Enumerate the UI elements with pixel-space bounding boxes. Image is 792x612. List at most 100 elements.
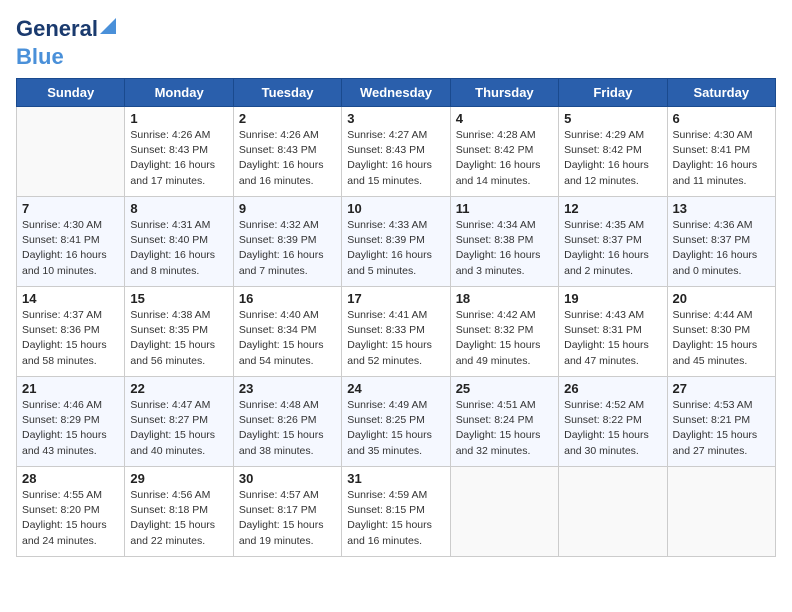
day-cell: 18 Sunrise: 4:42 AM Sunset: 8:32 PM Dayli… xyxy=(450,287,558,377)
day-cell: 24 Sunrise: 4:49 AM Sunset: 8:25 PM Dayli… xyxy=(342,377,450,467)
day-cell: 9Sunrise: 4:32 AM Sunset: 8:39 PM Daylig… xyxy=(233,197,341,287)
day-info: Sunrise: 4:57 AM Sunset: 8:17 PM Dayligh… xyxy=(239,488,336,549)
day-cell xyxy=(667,467,775,557)
day-cell: 6Sunrise: 4:30 AM Sunset: 8:41 PM Daylig… xyxy=(667,107,775,197)
day-cell: 30 Sunrise: 4:57 AM Sunset: 8:17 PM Dayli… xyxy=(233,467,341,557)
calendar-body: 1 Sunrise: 4:26 AM Sunset: 8:43 PM Daylig… xyxy=(17,107,776,557)
day-cell: 7Sunrise: 4:30 AM Sunset: 8:41 PM Daylig… xyxy=(17,197,125,287)
day-info: Sunrise: 4:31 AM Sunset: 8:40 PM Dayligh… xyxy=(130,218,227,279)
col-header-monday: Monday xyxy=(125,79,233,107)
day-info: Sunrise: 4:26 AM Sunset: 8:43 PM Dayligh… xyxy=(239,128,336,189)
week-row-3: 14Sunrise: 4:37 AM Sunset: 8:36 PM Dayli… xyxy=(17,287,776,377)
day-cell: 2 Sunrise: 4:26 AM Sunset: 8:43 PM Daylig… xyxy=(233,107,341,197)
day-info: Sunrise: 4:59 AM Sunset: 8:15 PM Dayligh… xyxy=(347,488,444,549)
day-info: Sunrise: 4:35 AM Sunset: 8:37 PM Dayligh… xyxy=(564,218,661,279)
day-cell: 11Sunrise: 4:34 AM Sunset: 8:38 PM Dayli… xyxy=(450,197,558,287)
col-header-saturday: Saturday xyxy=(667,79,775,107)
day-info: Sunrise: 4:27 AM Sunset: 8:43 PM Dayligh… xyxy=(347,128,444,189)
day-number: 1 xyxy=(130,111,227,126)
day-info: Sunrise: 4:47 AM Sunset: 8:27 PM Dayligh… xyxy=(130,398,227,459)
day-cell: 4Sunrise: 4:28 AM Sunset: 8:42 PM Daylig… xyxy=(450,107,558,197)
day-number: 8 xyxy=(130,201,227,216)
day-cell: 13 Sunrise: 4:36 AM Sunset: 8:37 PM Dayli… xyxy=(667,197,775,287)
day-cell xyxy=(559,467,667,557)
day-cell xyxy=(17,107,125,197)
day-cell: 5 Sunrise: 4:29 AM Sunset: 8:42 PM Daylig… xyxy=(559,107,667,197)
day-cell: 16 Sunrise: 4:40 AM Sunset: 8:34 PM Dayli… xyxy=(233,287,341,377)
day-number: 13 xyxy=(673,201,770,216)
week-row-2: 7Sunrise: 4:30 AM Sunset: 8:41 PM Daylig… xyxy=(17,197,776,287)
day-number: 15 xyxy=(130,291,227,306)
day-cell: 12 Sunrise: 4:35 AM Sunset: 8:37 PM Dayli… xyxy=(559,197,667,287)
day-number: 25 xyxy=(456,381,553,396)
day-cell xyxy=(450,467,558,557)
day-info: Sunrise: 4:53 AM Sunset: 8:21 PM Dayligh… xyxy=(673,398,770,459)
day-cell: 28 Sunrise: 4:55 AM Sunset: 8:20 PM Dayli… xyxy=(17,467,125,557)
logo: General Blue xyxy=(16,16,98,70)
day-info: Sunrise: 4:51 AM Sunset: 8:24 PM Dayligh… xyxy=(456,398,553,459)
day-number: 17 xyxy=(347,291,444,306)
day-cell: 19Sunrise: 4:43 AM Sunset: 8:31 PM Dayli… xyxy=(559,287,667,377)
day-number: 2 xyxy=(239,111,336,126)
day-number: 26 xyxy=(564,381,661,396)
header-row: SundayMondayTuesdayWednesdayThursdayFrid… xyxy=(17,79,776,107)
day-number: 27 xyxy=(673,381,770,396)
day-number: 9 xyxy=(239,201,336,216)
day-info: Sunrise: 4:52 AM Sunset: 8:22 PM Dayligh… xyxy=(564,398,661,459)
day-info: Sunrise: 4:34 AM Sunset: 8:38 PM Dayligh… xyxy=(456,218,553,279)
col-header-thursday: Thursday xyxy=(450,79,558,107)
header: General Blue xyxy=(16,16,776,70)
day-number: 4 xyxy=(456,111,553,126)
day-cell: 10Sunrise: 4:33 AM Sunset: 8:39 PM Dayli… xyxy=(342,197,450,287)
day-info: Sunrise: 4:55 AM Sunset: 8:20 PM Dayligh… xyxy=(22,488,119,549)
day-info: Sunrise: 4:41 AM Sunset: 8:33 PM Dayligh… xyxy=(347,308,444,369)
day-number: 19 xyxy=(564,291,661,306)
day-cell: 31Sunrise: 4:59 AM Sunset: 8:15 PM Dayli… xyxy=(342,467,450,557)
day-cell: 26 Sunrise: 4:52 AM Sunset: 8:22 PM Dayli… xyxy=(559,377,667,467)
day-info: Sunrise: 4:36 AM Sunset: 8:37 PM Dayligh… xyxy=(673,218,770,279)
day-cell: 14Sunrise: 4:37 AM Sunset: 8:36 PM Dayli… xyxy=(17,287,125,377)
day-info: Sunrise: 4:49 AM Sunset: 8:25 PM Dayligh… xyxy=(347,398,444,459)
day-info: Sunrise: 4:29 AM Sunset: 8:42 PM Dayligh… xyxy=(564,128,661,189)
day-cell: 1Sunrise: 4:26 AM Sunset: 8:43 PM Daylig… xyxy=(125,107,233,197)
week-row-5: 28 Sunrise: 4:55 AM Sunset: 8:20 PM Dayli… xyxy=(17,467,776,557)
col-header-sunday: Sunday xyxy=(17,79,125,107)
day-info: Sunrise: 4:38 AM Sunset: 8:35 PM Dayligh… xyxy=(130,308,227,369)
day-number: 12 xyxy=(564,201,661,216)
day-number: 16 xyxy=(239,291,336,306)
day-cell: 21Sunrise: 4:46 AM Sunset: 8:29 PM Dayli… xyxy=(17,377,125,467)
day-cell: 29 Sunrise: 4:56 AM Sunset: 8:18 PM Dayli… xyxy=(125,467,233,557)
logo-blue: Blue xyxy=(16,44,64,70)
day-number: 20 xyxy=(673,291,770,306)
day-cell: 17 Sunrise: 4:41 AM Sunset: 8:33 PM Dayli… xyxy=(342,287,450,377)
day-info: Sunrise: 4:37 AM Sunset: 8:36 PM Dayligh… xyxy=(22,308,119,369)
day-info: Sunrise: 4:48 AM Sunset: 8:26 PM Dayligh… xyxy=(239,398,336,459)
week-row-4: 21Sunrise: 4:46 AM Sunset: 8:29 PM Dayli… xyxy=(17,377,776,467)
day-number: 28 xyxy=(22,471,119,486)
day-number: 24 xyxy=(347,381,444,396)
week-row-1: 1 Sunrise: 4:26 AM Sunset: 8:43 PM Daylig… xyxy=(17,107,776,197)
day-cell: 8 Sunrise: 4:31 AM Sunset: 8:40 PM Daylig… xyxy=(125,197,233,287)
day-info: Sunrise: 4:40 AM Sunset: 8:34 PM Dayligh… xyxy=(239,308,336,369)
day-number: 18 xyxy=(456,291,553,306)
day-number: 22 xyxy=(130,381,227,396)
day-number: 21 xyxy=(22,381,119,396)
day-cell: 27 Sunrise: 4:53 AM Sunset: 8:21 PM Dayli… xyxy=(667,377,775,467)
day-cell: 25 Sunrise: 4:51 AM Sunset: 8:24 PM Dayli… xyxy=(450,377,558,467)
day-info: Sunrise: 4:33 AM Sunset: 8:39 PM Dayligh… xyxy=(347,218,444,279)
day-cell: 3Sunrise: 4:27 AM Sunset: 8:43 PM Daylig… xyxy=(342,107,450,197)
day-number: 30 xyxy=(239,471,336,486)
day-number: 29 xyxy=(130,471,227,486)
day-info: Sunrise: 4:44 AM Sunset: 8:30 PM Dayligh… xyxy=(673,308,770,369)
day-number: 5 xyxy=(564,111,661,126)
calendar-header: SundayMondayTuesdayWednesdayThursdayFrid… xyxy=(17,79,776,107)
day-info: Sunrise: 4:42 AM Sunset: 8:32 PM Dayligh… xyxy=(456,308,553,369)
col-header-friday: Friday xyxy=(559,79,667,107)
col-header-tuesday: Tuesday xyxy=(233,79,341,107)
day-cell: 20 Sunrise: 4:44 AM Sunset: 8:30 PM Dayli… xyxy=(667,287,775,377)
col-header-wednesday: Wednesday xyxy=(342,79,450,107)
day-info: Sunrise: 4:30 AM Sunset: 8:41 PM Dayligh… xyxy=(673,128,770,189)
day-cell: 23Sunrise: 4:48 AM Sunset: 8:26 PM Dayli… xyxy=(233,377,341,467)
day-cell: 22 Sunrise: 4:47 AM Sunset: 8:27 PM Dayli… xyxy=(125,377,233,467)
day-info: Sunrise: 4:56 AM Sunset: 8:18 PM Dayligh… xyxy=(130,488,227,549)
